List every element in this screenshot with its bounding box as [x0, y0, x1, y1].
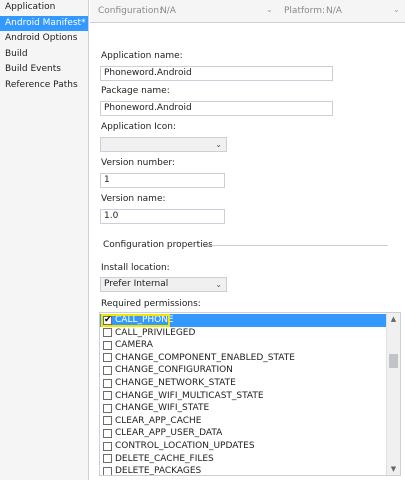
- permission-name: CLEAR_APP_USER_DATA: [115, 428, 223, 439]
- sidebar-item-android-options[interactable]: Android Options: [0, 31, 88, 47]
- scroll-down-arrow-icon[interactable]: ▼: [387, 463, 400, 475]
- package-name-label: Package name:: [101, 86, 170, 96]
- permission-name: CHANGE_NETWORK_STATE: [115, 378, 236, 388]
- permission-row[interactable]: DELETE_CACHE_FILES: [100, 453, 386, 466]
- permission-name: DELETE_CACHE_FILES: [115, 453, 214, 464]
- sidebar-item-build-events[interactable]: Build Events: [0, 62, 88, 78]
- permission-name: CHANGE_COMPONENT_ENABLED_STATE: [115, 352, 295, 363]
- permission-name: DELETE_PACKAGES: [115, 466, 202, 476]
- version-number-label: Version number:: [101, 158, 175, 168]
- permission-checkbox[interactable]: [103, 378, 112, 388]
- configuration-label: Configuration:: [98, 6, 163, 16]
- application-name-label: Application name:: [101, 51, 183, 61]
- permission-checkbox[interactable]: [103, 391, 112, 401]
- application-icon-select[interactable]: ⌄: [100, 137, 227, 152]
- permission-row[interactable]: CHANGE_COMPONENT_ENABLED_STATE: [100, 352, 386, 365]
- permission-row[interactable]: CHANGE_CONFIGURATION: [100, 364, 386, 377]
- permission-row[interactable]: CHANGE_WIFI_STATE: [100, 402, 386, 415]
- focus-highlight: [101, 314, 170, 327]
- permission-checkbox[interactable]: [103, 441, 112, 451]
- sidebar: Application Android Manifest* Android Op…: [0, 0, 89, 480]
- permissions-scrollbar[interactable]: ▲ ▼: [386, 313, 400, 475]
- application-icon-label: Application Icon:: [101, 122, 176, 132]
- permission-row[interactable]: DELETE_PACKAGES: [100, 465, 386, 476]
- application-name-input[interactable]: Phoneword.Android: [100, 66, 333, 81]
- permission-row[interactable]: CLEAR_APP_USER_DATA: [100, 427, 386, 440]
- version-name-input[interactable]: 1.0: [100, 209, 225, 224]
- permission-row[interactable]: CALL_PRIVILEGED: [100, 327, 386, 340]
- permission-checkbox[interactable]: [103, 403, 112, 413]
- permission-checkbox[interactable]: [103, 353, 112, 363]
- platform-label: Platform:: [284, 6, 325, 16]
- chevron-down-icon[interactable]: ⌄: [393, 5, 400, 14]
- permission-name: CHANGE_CONFIGURATION: [115, 365, 233, 376]
- permission-name: CAMERA: [115, 340, 153, 351]
- version-number-input[interactable]: 1: [100, 173, 225, 188]
- sidebar-item-application[interactable]: Application: [0, 0, 88, 16]
- permission-row[interactable]: CHANGE_WIFI_MULTICAST_STATE: [100, 390, 386, 403]
- configuration-select[interactable]: N/A: [160, 6, 176, 16]
- permission-row-call-phone[interactable]: ✔ CALL_PHONE: [100, 314, 386, 327]
- permission-name: CLEAR_APP_CACHE: [115, 415, 202, 426]
- permission-row[interactable]: CONTROL_LOCATION_UPDATES: [100, 440, 386, 453]
- permission-row[interactable]: CHANGE_NETWORK_STATE: [100, 377, 386, 390]
- configuration-bar: Configuration: N/A ⌄ Platform: N/A ⌄: [90, 0, 405, 23]
- permission-name: CHANGE_WIFI_STATE: [115, 403, 210, 414]
- sidebar-item-android-manifest[interactable]: Android Manifest*: [0, 15, 88, 31]
- permission-checkbox[interactable]: [103, 328, 112, 338]
- chevron-down-icon: ⌄: [215, 140, 222, 149]
- install-location-value: Prefer Internal: [104, 279, 169, 289]
- permission-name: CHANGE_WIFI_MULTICAST_STATE: [115, 390, 264, 401]
- permission-checkbox[interactable]: [103, 416, 112, 426]
- permission-checkbox[interactable]: [103, 365, 112, 375]
- section-divider: [205, 245, 388, 246]
- package-name-input[interactable]: Phoneword.Android: [100, 101, 333, 116]
- required-permissions-label: Required permissions:: [101, 299, 201, 309]
- install-location-select[interactable]: Prefer Internal ⌄: [100, 277, 227, 292]
- scrollbar-thumb[interactable]: [389, 354, 398, 368]
- chevron-down-icon: ⌄: [215, 280, 222, 289]
- version-name-label: Version name:: [101, 194, 166, 204]
- permission-checkbox[interactable]: [103, 428, 112, 438]
- configuration-properties-heading: Configuration properties: [103, 240, 213, 250]
- permission-name: CONTROL_LOCATION_UPDATES: [115, 441, 255, 451]
- permissions-list[interactable]: ✔ CALL_PHONE CALL_PRIVILEGED CAMERA CHAN…: [99, 312, 401, 476]
- chevron-down-icon[interactable]: ⌄: [266, 5, 273, 14]
- scroll-up-arrow-icon[interactable]: ▲: [387, 313, 400, 325]
- permission-row[interactable]: CAMERA: [100, 339, 386, 352]
- sidebar-item-build[interactable]: Build: [0, 47, 88, 63]
- permission-checkbox[interactable]: [103, 340, 112, 350]
- platform-select[interactable]: N/A: [326, 6, 342, 16]
- permission-name: CALL_PRIVILEGED: [115, 327, 196, 338]
- permission-checkbox[interactable]: [103, 454, 112, 464]
- install-location-label: Install location:: [101, 263, 170, 273]
- permission-row[interactable]: CLEAR_APP_CACHE: [100, 415, 386, 428]
- permission-checkbox[interactable]: [103, 466, 112, 475]
- sidebar-item-reference-paths[interactable]: Reference Paths: [0, 78, 88, 94]
